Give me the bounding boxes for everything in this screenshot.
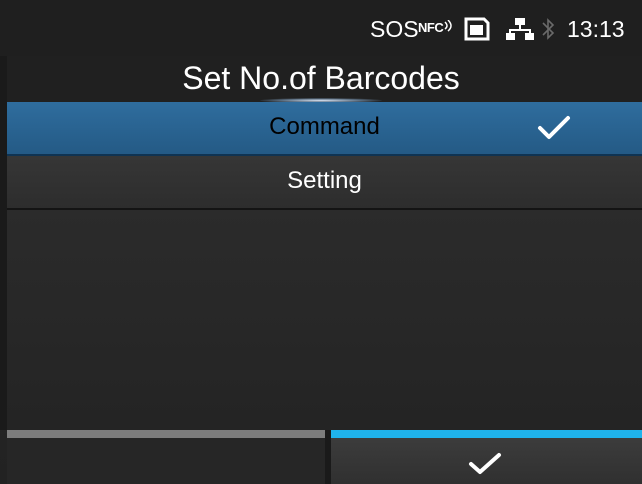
nfc-icon: NFC: [418, 19, 454, 36]
list-item-label: Setting: [287, 167, 362, 194]
status-bar: SOS NFC 13:13: [0, 0, 642, 56]
lan-icon: [506, 17, 534, 46]
bluetooth-icon: [541, 15, 555, 48]
title-bar: Set No.of Barcodes: [0, 56, 642, 102]
nfc-label: NFC: [418, 20, 444, 35]
list-item-setting[interactable]: Setting: [7, 156, 642, 210]
left-edge: [0, 56, 7, 430]
list-empty-area: [7, 210, 642, 426]
clock: 13:13: [567, 16, 625, 42]
softkey-left[interactable]: [7, 430, 325, 484]
list-item-command[interactable]: Command: [7, 102, 642, 156]
check-icon: [537, 115, 571, 146]
confirm-softkey[interactable]: [331, 430, 642, 484]
check-icon: [467, 451, 503, 482]
page-title: Set No.of Barcodes: [182, 60, 460, 96]
sos-indicator: SOS: [370, 16, 419, 42]
sd-card-icon: [464, 17, 490, 46]
printer-screen: SOS NFC 13:13 Set No.of Barcodes Command…: [0, 0, 642, 484]
